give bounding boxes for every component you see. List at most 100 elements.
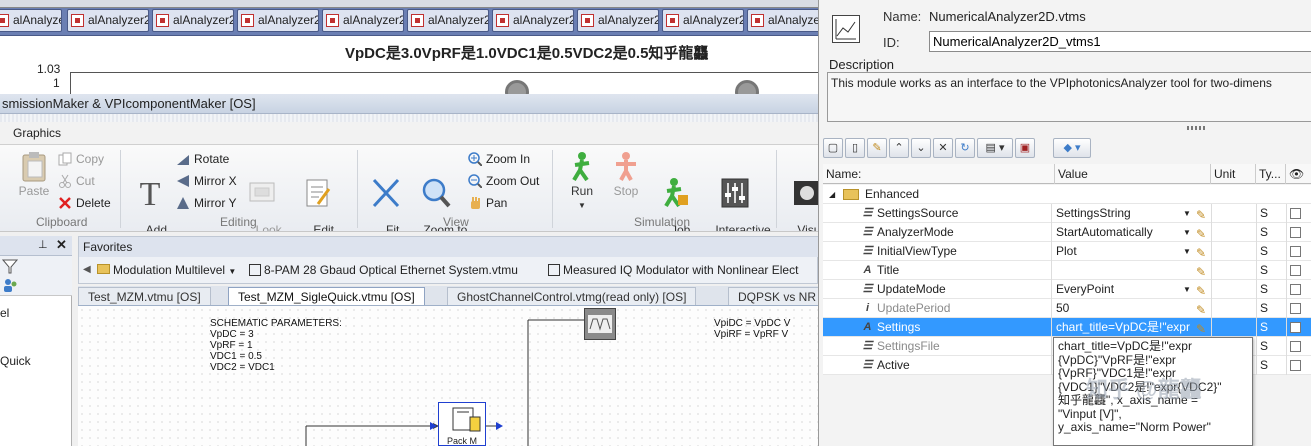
refresh-icon[interactable]: ↻ [955,138,975,158]
scroll-left-icon[interactable]: ◀ [83,257,91,283]
new-param-icon[interactable]: ▢ [823,138,843,158]
project-tab[interactable]: alAnalyzer2 [662,9,744,32]
mirror-y-icon [177,197,189,209]
interactive-simulation-button[interactable]: Interactive Simulation [702,151,771,231]
cell-divider [1256,356,1257,375]
menu-graphics[interactable]: Graphics [13,126,61,140]
column-name[interactable]: Name: [823,164,1055,184]
doc-tab[interactable]: GhostChannelControl.vtmg(read only) [OS] [447,287,697,305]
view-mode-icon[interactable]: ▤ ▾ [977,138,1013,158]
visibility-checkbox[interactable] [1290,284,1301,295]
visibility-checkbox[interactable] [1290,208,1301,219]
analyzer-icon [581,14,594,27]
dropdown-arrow-icon[interactable]: ▼ [1183,223,1191,242]
dropdown-arrow-icon[interactable]: ▼ [1183,242,1191,261]
modulator-component[interactable]: Pack M [438,402,486,446]
property-value[interactable]: SettingsString [1055,204,1191,223]
delete-icon[interactable]: ✕ [933,138,953,158]
favorite-item[interactable]: Modulation Multilevel ▼ [97,257,236,285]
cut-button[interactable]: Cut [58,173,95,189]
analyzer-component-icon[interactable] [584,308,616,340]
run-dropdown-icon[interactable]: ▼ [578,201,586,210]
favorite-item[interactable]: 8-PAM 28 Gbaud Optical Ethernet System.v… [249,257,518,283]
move-down-icon[interactable]: ⌄ [911,138,931,158]
visual-results-button[interactable]: Visual Resu [784,151,818,231]
property-value[interactable]: chart_title=VpDC是!"expr [1055,318,1191,337]
filter-icon[interactable] [2,258,18,274]
project-tab[interactable]: alAnalyzer2 [407,9,489,32]
doc-tab-active[interactable]: Test_MZM_SigleQuick.vtmu [OS] [228,287,425,305]
project-tab[interactable]: alAnalyzer2 [322,9,404,32]
project-tab[interactable]: alAnalyzer2 [237,9,319,32]
property-row-updatemode[interactable]: ☰ UpdateMode EveryPoint ▼ ✎ S [823,280,1311,299]
visibility-checkbox[interactable] [1290,265,1301,276]
property-value[interactable]: EveryPoint [1055,280,1191,299]
visibility-checkbox[interactable] [1290,227,1301,238]
column-unit[interactable]: Unit [1211,164,1256,184]
rotate-button[interactable]: Rotate [176,151,229,167]
splitter-grip[interactable] [1187,126,1207,130]
fit-all-button[interactable]: Fit All [368,151,404,231]
users-icon[interactable] [2,277,18,293]
zoom-in-button[interactable]: Zoom In [468,151,530,167]
project-tab[interactable]: alAnalyzer2 [152,9,234,32]
integer-icon: i [865,302,870,314]
visibility-checkbox[interactable] [1290,341,1301,352]
pan-button[interactable]: Pan [468,195,507,211]
dropdown-arrow-icon[interactable]: ▼ [1183,280,1191,299]
mirror-y-button[interactable]: Mirror Y [176,195,236,211]
project-tab[interactable]: alAnalyzer2 [67,9,149,32]
schematic-canvas[interactable]: SCHEMATIC PARAMETERS: VpDC = 3 VpRF = 1 … [78,306,818,446]
zoom-out-button[interactable]: Zoom Out [468,173,539,189]
visibility-checkbox[interactable] [1290,322,1301,333]
run-button[interactable]: Run ▼ [563,151,601,212]
stop-button[interactable]: Stop [607,151,645,198]
property-row-title[interactable]: A Title ✎ S [823,261,1311,280]
favorite-item[interactable]: Measured IQ Modulator with Nonlinear Ele… [548,257,798,283]
project-tab[interactable]: alAnalyzer2 [747,9,818,32]
doc-tab[interactable]: DQPSK vs NR [728,287,818,305]
pin-icon[interactable]: ⊥ [38,238,48,251]
mirror-x-button[interactable]: Mirror X [176,173,237,189]
modulator-icon [452,407,481,432]
eye-icon[interactable]: 👁 [1286,164,1311,184]
column-type[interactable]: Ty... [1256,164,1286,184]
property-row-updateperiod[interactable]: i UpdatePeriod 50 ✎ S [823,299,1311,318]
save-icon[interactable]: ▣ [1015,138,1035,158]
property-value[interactable]: Plot [1055,242,1191,261]
close-icon[interactable]: ✕ [56,237,67,253]
edit-parameters-button[interactable]: Edit Parameters [286,151,348,231]
project-tab[interactable]: alAnalyzer2 [492,9,574,32]
analyzer-icon [496,14,509,27]
list-icon: ☰ [862,207,873,219]
project-tab[interactable]: alAnalyzer2 [0,9,62,32]
project-tab[interactable]: alAnalyzer2 [577,9,659,32]
column-value[interactable]: Value [1055,164,1211,184]
move-up-icon[interactable]: ⌃ [889,138,909,158]
paste-button[interactable]: Paste [16,151,52,198]
visibility-checkbox[interactable] [1290,303,1301,314]
edit-icon[interactable]: ✎ [867,138,887,158]
ribbon-separator [552,150,553,228]
copy-button[interactable]: Copy [58,151,104,167]
visibility-checkbox[interactable] [1290,246,1301,257]
doc-tab[interactable]: Test_MZM.vtmu [OS] [78,287,211,305]
visibility-checkbox[interactable] [1290,360,1301,371]
property-row-settingssource[interactable]: ☰ SettingsSource SettingsString ▼ ✎ S [823,204,1311,223]
property-value[interactable]: 50 [1055,299,1191,318]
new-file-icon[interactable]: ▯ [845,138,865,158]
property-value[interactable]: StartAutomatically [1055,223,1191,242]
property-row-initialviewtype[interactable]: ☰ InitialViewType Plot ▼ ✎ S [823,242,1311,261]
left-panel-item[interactable]: Quick [0,354,31,368]
python-icon[interactable]: ◆ ▾ [1053,138,1091,158]
collapse-arrow-icon[interactable]: ◢ [829,185,835,204]
delete-button[interactable]: Delete [58,195,111,211]
left-panel-item[interactable]: el [0,306,9,320]
add-text-button[interactable]: T Add Text [130,151,170,231]
property-row-analyzermode[interactable]: ☰ AnalyzerMode StartAutomatically ▼ ✎ S [823,223,1311,242]
dropdown-arrow-icon[interactable]: ▼ [1183,204,1191,223]
cell-divider [1256,280,1257,299]
id-input[interactable] [929,31,1311,52]
property-group-enhanced[interactable]: ◢ Enhanced [823,185,1311,204]
property-row-settings[interactable]: A Settings chart_title=VpDC是!"expr ✎ S [823,318,1311,337]
